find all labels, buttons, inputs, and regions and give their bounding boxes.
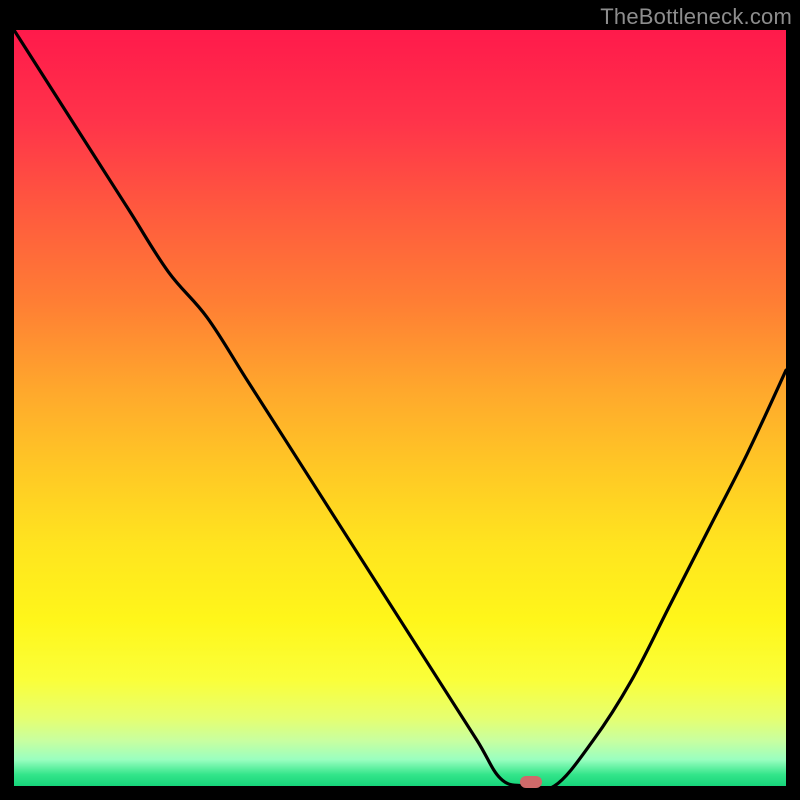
curve-svg <box>14 30 786 786</box>
bottleneck-curve <box>14 30 786 790</box>
chart-frame: TheBottleneck.com <box>0 0 800 800</box>
plot-area <box>14 30 786 786</box>
watermark-text: TheBottleneck.com <box>600 4 792 30</box>
optimal-marker <box>520 776 542 788</box>
